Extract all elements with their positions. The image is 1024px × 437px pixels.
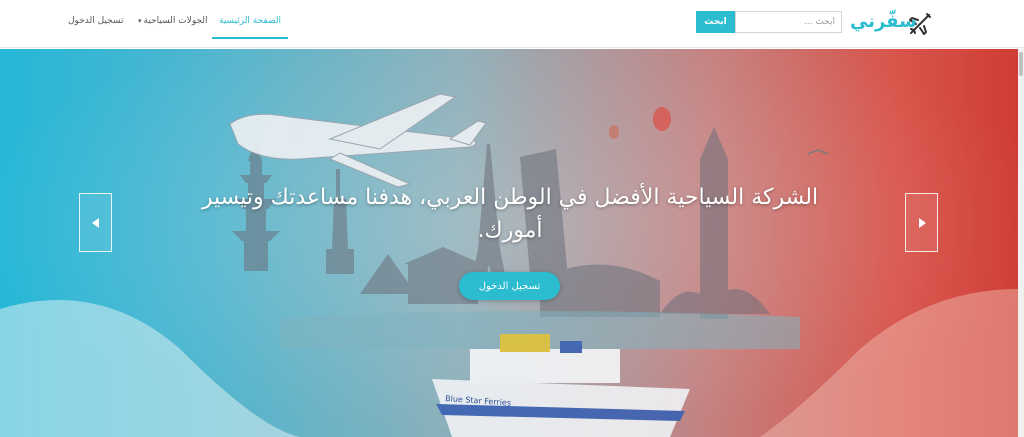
carousel-prev-button[interactable] xyxy=(79,193,112,252)
caret-down-icon: ▾ xyxy=(138,17,142,25)
carousel-next-button[interactable] xyxy=(905,193,938,252)
hero-headline: الشركة السياحية الأفضل في الوطن العربي، … xyxy=(201,185,819,243)
chevron-right-icon xyxy=(918,217,926,228)
top-navbar: سفّرني ابحث الصفحة الرئيسية ▾الجولات الس… xyxy=(0,0,1024,48)
nav-tours-dropdown[interactable]: ▾ الجولات السياحية xyxy=(138,0,208,39)
hero-carousel: Blue Star Ferries الشركة السياحية الأفضل… xyxy=(0,49,1018,437)
scrollbar-thumb[interactable] xyxy=(1019,52,1023,76)
search-button[interactable]: ابحث xyxy=(696,11,735,33)
nav-tours-label: الجولات السياحية xyxy=(143,16,208,26)
brand-name[interactable]: سفّرني xyxy=(850,11,917,32)
nav-home-link[interactable]: الصفحة الرئيسية xyxy=(212,0,288,39)
chevron-left-icon xyxy=(91,217,99,228)
page-scrollbar[interactable] xyxy=(1018,49,1024,437)
hero-login-button[interactable]: تسجيل الدخول xyxy=(459,272,560,300)
nav-login-link[interactable]: تسجيل الدخول xyxy=(68,0,123,39)
search-input[interactable] xyxy=(735,11,842,33)
